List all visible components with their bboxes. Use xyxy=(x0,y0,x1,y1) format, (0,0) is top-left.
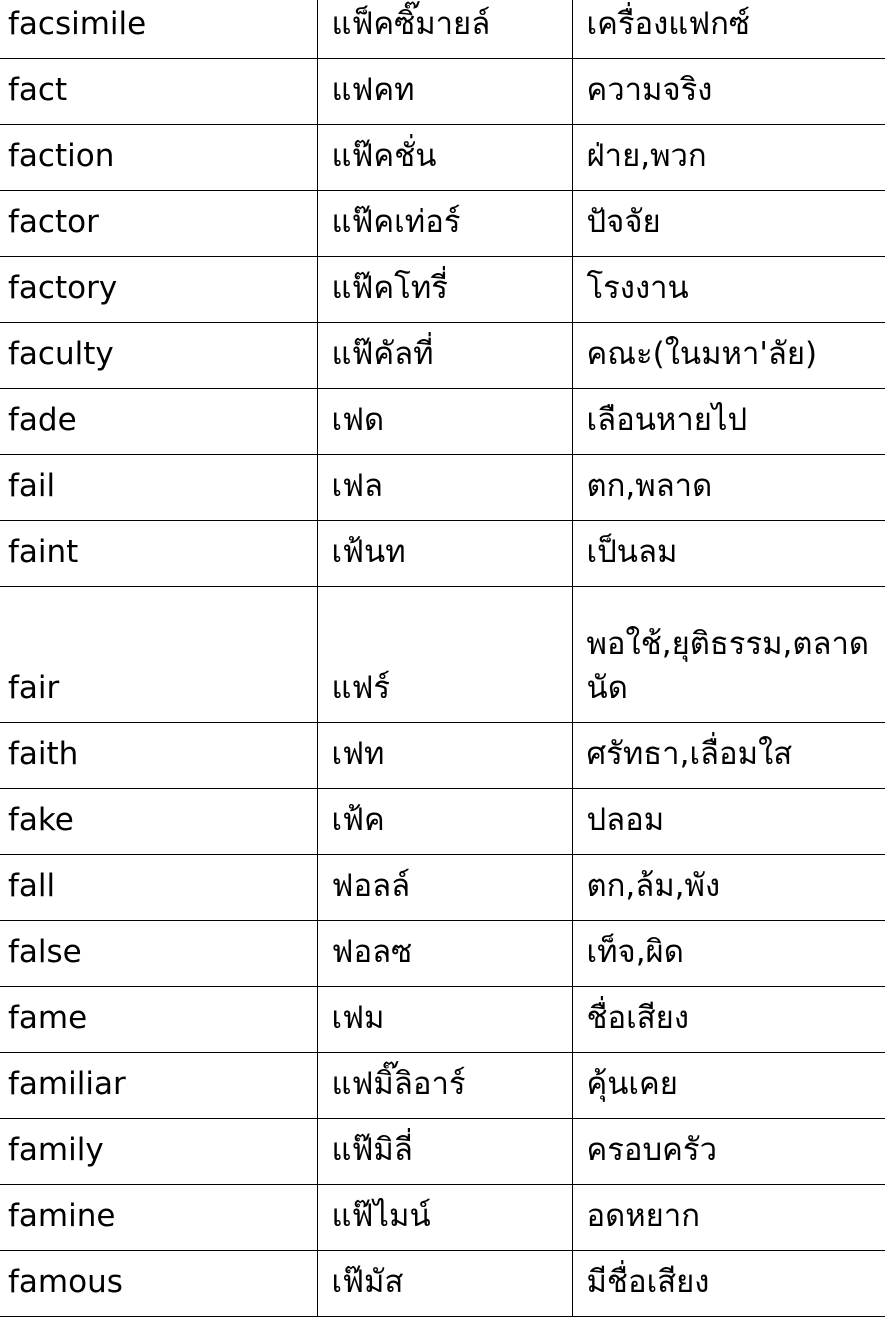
pronunciation: ฟอลซ xyxy=(316,919,573,987)
thai-meaning: ความจริง xyxy=(571,57,885,125)
table-row: fail เฟล ตก,พลาด xyxy=(0,453,885,521)
pronunciation: แฟร์ xyxy=(316,585,573,723)
table-row: fade เฟด เลือนหายไป xyxy=(0,387,885,455)
table-row: false ฟอลซ เท็จ,ผิด xyxy=(0,919,885,987)
english-word: fair xyxy=(0,585,318,723)
pronunciation: เฟ้นท xyxy=(316,519,573,587)
pronunciation: เฟท xyxy=(316,721,573,789)
table-row: facsimile แฟ็คซิ๊มายล์ เครื่องแฟกซ์ xyxy=(0,0,885,59)
english-word: faction xyxy=(0,123,318,191)
thai-meaning: มีชื่อเสียง xyxy=(571,1249,885,1317)
table-row: familiar แฟมิ๊ลิอาร์ คุ้นเคย xyxy=(0,1051,885,1119)
pronunciation: เฟด xyxy=(316,387,573,455)
table-row: fame เฟม ชื่อเสียง xyxy=(0,985,885,1053)
pronunciation: แฟ๊ไมน์ xyxy=(316,1183,573,1251)
thai-meaning: คุ้นเคย xyxy=(571,1051,885,1119)
english-word: fail xyxy=(0,453,318,521)
pronunciation: แฟ๊คัลที่ xyxy=(316,321,573,389)
thai-meaning: เลือนหายไป xyxy=(571,387,885,455)
table-row: famine แฟ๊ไมน์ อดหยาก xyxy=(0,1183,885,1251)
table-row: faith เฟท ศรัทธา,เลื่อมใส xyxy=(0,721,885,789)
english-word: faint xyxy=(0,519,318,587)
table-row: famous เฟ๊มัส มีชื่อเสียง xyxy=(0,1249,885,1317)
pronunciation: แฟ็คซิ๊มายล์ xyxy=(316,0,573,59)
pronunciation: แฟ๊คโทรี่ xyxy=(316,255,573,323)
table-row: family แฟ๊มิลี่ ครอบครัว xyxy=(0,1117,885,1185)
thai-meaning: ครอบครัว xyxy=(571,1117,885,1185)
pronunciation: เฟ้ค xyxy=(316,787,573,855)
english-word: fame xyxy=(0,985,318,1053)
english-word: faith xyxy=(0,721,318,789)
thai-meaning: เป็นลม xyxy=(571,519,885,587)
vocabulary-table: facsimile แฟ็คซิ๊มายล์ เครื่องแฟกซ์ fact… xyxy=(0,0,885,1317)
pronunciation: แฟ๊มิลี่ xyxy=(316,1117,573,1185)
thai-meaning: ตก,ล้ม,พัง xyxy=(571,853,885,921)
thai-meaning-line: พอใช้,ยุติธรรม,ตลาด xyxy=(586,625,870,662)
thai-meaning: อดหยาก xyxy=(571,1183,885,1251)
thai-meaning: ปลอม xyxy=(571,787,885,855)
thai-meaning: ชื่อเสียง xyxy=(571,985,885,1053)
pronunciation: เฟม xyxy=(316,985,573,1053)
english-word: famous xyxy=(0,1249,318,1317)
pronunciation: เฟ๊มัส xyxy=(316,1249,573,1317)
pronunciation: แฟคท xyxy=(316,57,573,125)
english-word: fact xyxy=(0,57,318,125)
english-word: fade xyxy=(0,387,318,455)
thai-meaning: คณะ(ในมหา'ลัย) xyxy=(571,321,885,389)
thai-meaning: ปัจจัย xyxy=(571,189,885,257)
english-word: fake xyxy=(0,787,318,855)
english-word: familiar xyxy=(0,1051,318,1119)
table-row: fake เฟ้ค ปลอม xyxy=(0,787,885,855)
thai-meaning: ศรัทธา,เลื่อมใส xyxy=(571,721,885,789)
pronunciation: แฟมิ๊ลิอาร์ xyxy=(316,1051,573,1119)
english-word: facsimile xyxy=(0,0,318,59)
table-row: faculty แฟ๊คัลที่ คณะ(ในมหา'ลัย) xyxy=(0,321,885,389)
table-row: faction แฟ๊คชั่น ฝ่าย,พวก xyxy=(0,123,885,191)
table-row: fair แฟร์ พอใช้,ยุติธรรม,ตลาดนัด xyxy=(0,585,885,723)
table-row: faint เฟ้นท เป็นลม xyxy=(0,519,885,587)
pronunciation: แฟ๊คชั่น xyxy=(316,123,573,191)
table-row: fact แฟคท ความจริง xyxy=(0,57,885,125)
english-word: false xyxy=(0,919,318,987)
english-word: famine xyxy=(0,1183,318,1251)
english-word: family xyxy=(0,1117,318,1185)
thai-meaning: เท็จ,ผิด xyxy=(571,919,885,987)
english-word: fall xyxy=(0,853,318,921)
english-word: factory xyxy=(0,255,318,323)
english-word: faculty xyxy=(0,321,318,389)
pronunciation: เฟล xyxy=(316,453,573,521)
thai-meaning: เครื่องแฟกซ์ xyxy=(571,0,885,59)
thai-meaning: ฝ่าย,พวก xyxy=(571,123,885,191)
pronunciation: ฟอลล์ xyxy=(316,853,573,921)
thai-meaning: พอใช้,ยุติธรรม,ตลาดนัด xyxy=(571,585,885,723)
table-row: factory แฟ๊คโทรี่ โรงงาน xyxy=(0,255,885,323)
table-row: fall ฟอลล์ ตก,ล้ม,พัง xyxy=(0,853,885,921)
english-word: factor xyxy=(0,189,318,257)
thai-meaning: ตก,พลาด xyxy=(571,453,885,521)
pronunciation: แฟ๊คเท่อร์ xyxy=(316,189,573,257)
table-row: factor แฟ๊คเท่อร์ ปัจจัย xyxy=(0,189,885,257)
thai-meaning: โรงงาน xyxy=(571,255,885,323)
thai-meaning-line: นัด xyxy=(586,669,628,706)
